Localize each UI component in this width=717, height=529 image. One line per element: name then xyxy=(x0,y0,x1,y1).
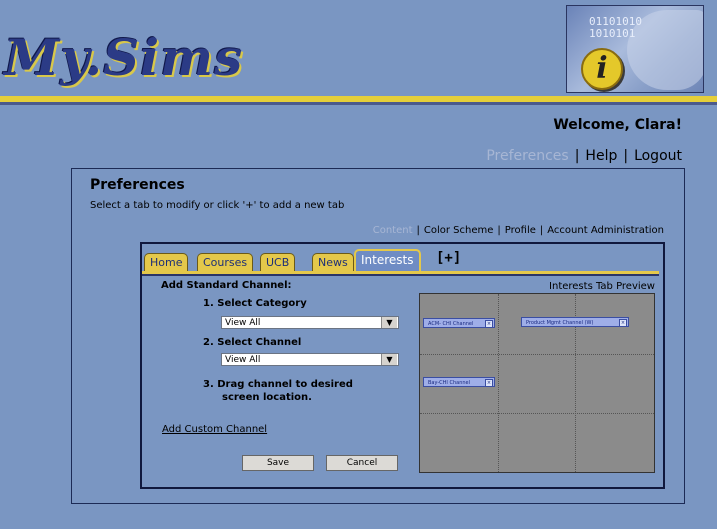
preferences-link[interactable]: Preferences xyxy=(486,148,568,164)
channel-bay-chi[interactable]: Bay-CHI Channel × xyxy=(423,377,495,387)
tab-underline xyxy=(142,271,659,276)
category-select-value: View All xyxy=(225,318,261,328)
tab-news[interactable]: News xyxy=(312,253,354,272)
tab-preview-grid: ACM- CHI Channel × Product Mgmt Channel … xyxy=(419,293,655,473)
color-scheme-link[interactable]: Color Scheme xyxy=(424,225,494,236)
instructions: Select a tab to modify or click '+' to a… xyxy=(90,200,345,211)
mysims-logo: My.Sims xyxy=(4,28,244,87)
info-banner-image: 01101010 1010101 i xyxy=(566,5,704,93)
grid-divider xyxy=(498,294,499,472)
channel-select[interactable]: View All ▼ xyxy=(221,353,399,366)
content-link[interactable]: Content xyxy=(373,225,413,236)
help-link[interactable]: Help xyxy=(585,148,617,164)
separator: | xyxy=(623,148,629,164)
step-select-channel: 2. Select Channel xyxy=(203,337,302,348)
channel-select-value: View All xyxy=(225,355,261,365)
tab-bar: Home Courses UCB News Interests xyxy=(142,249,659,273)
header-divider xyxy=(0,96,717,105)
separator: | xyxy=(416,225,420,236)
add-standard-channel-heading: Add Standard Channel: xyxy=(161,280,292,291)
chevron-down-icon[interactable]: ▼ xyxy=(381,354,397,365)
step-drag-channel: 3. Drag channel to desired xyxy=(203,379,353,390)
add-custom-channel-link[interactable]: Add Custom Channel xyxy=(162,424,267,435)
close-icon[interactable]: × xyxy=(485,379,493,387)
category-select[interactable]: View All ▼ xyxy=(221,316,399,329)
page-title: Preferences xyxy=(90,177,185,193)
step-drag-channel-cont: screen location. xyxy=(222,392,312,403)
preferences-subnav: Content | Color Scheme | Profile | Account Adm… xyxy=(373,225,664,236)
grid-divider xyxy=(420,354,654,355)
close-icon[interactable]: × xyxy=(485,320,493,328)
tab-courses[interactable]: Courses xyxy=(197,253,254,272)
grid-divider xyxy=(420,413,654,414)
channel-product-mgmt[interactable]: Product Mgmt Channel (W) × xyxy=(521,317,629,327)
profile-link[interactable]: Profile xyxy=(505,225,536,236)
separator: | xyxy=(539,225,544,236)
separator: | xyxy=(574,148,580,164)
account-administration-link[interactable]: Account Administration xyxy=(547,225,664,236)
cancel-button[interactable]: Cancel xyxy=(326,455,398,471)
tab-ucb[interactable]: UCB xyxy=(260,253,296,272)
chevron-down-icon[interactable]: ▼ xyxy=(381,317,397,328)
channel-acm-chi[interactable]: ACM- CHI Channel × xyxy=(423,318,495,328)
info-icon: i xyxy=(581,48,623,90)
add-tab-button[interactable]: [+] xyxy=(436,250,461,266)
logout-link[interactable]: Logout xyxy=(634,148,682,164)
binary-digits: 01101010 1010101 xyxy=(589,15,642,40)
top-nav: Preferences | Help | Logout xyxy=(486,148,682,164)
tab-interests[interactable]: Interests xyxy=(354,249,421,273)
welcome-message: Welcome, Clara! xyxy=(553,117,682,133)
save-button[interactable]: Save xyxy=(242,455,314,471)
close-icon[interactable]: × xyxy=(619,319,627,327)
separator: | xyxy=(497,225,501,236)
step-select-category: 1. Select Category xyxy=(203,298,307,309)
preview-title: Interests Tab Preview xyxy=(549,281,655,292)
tab-home[interactable]: Home xyxy=(144,253,189,272)
